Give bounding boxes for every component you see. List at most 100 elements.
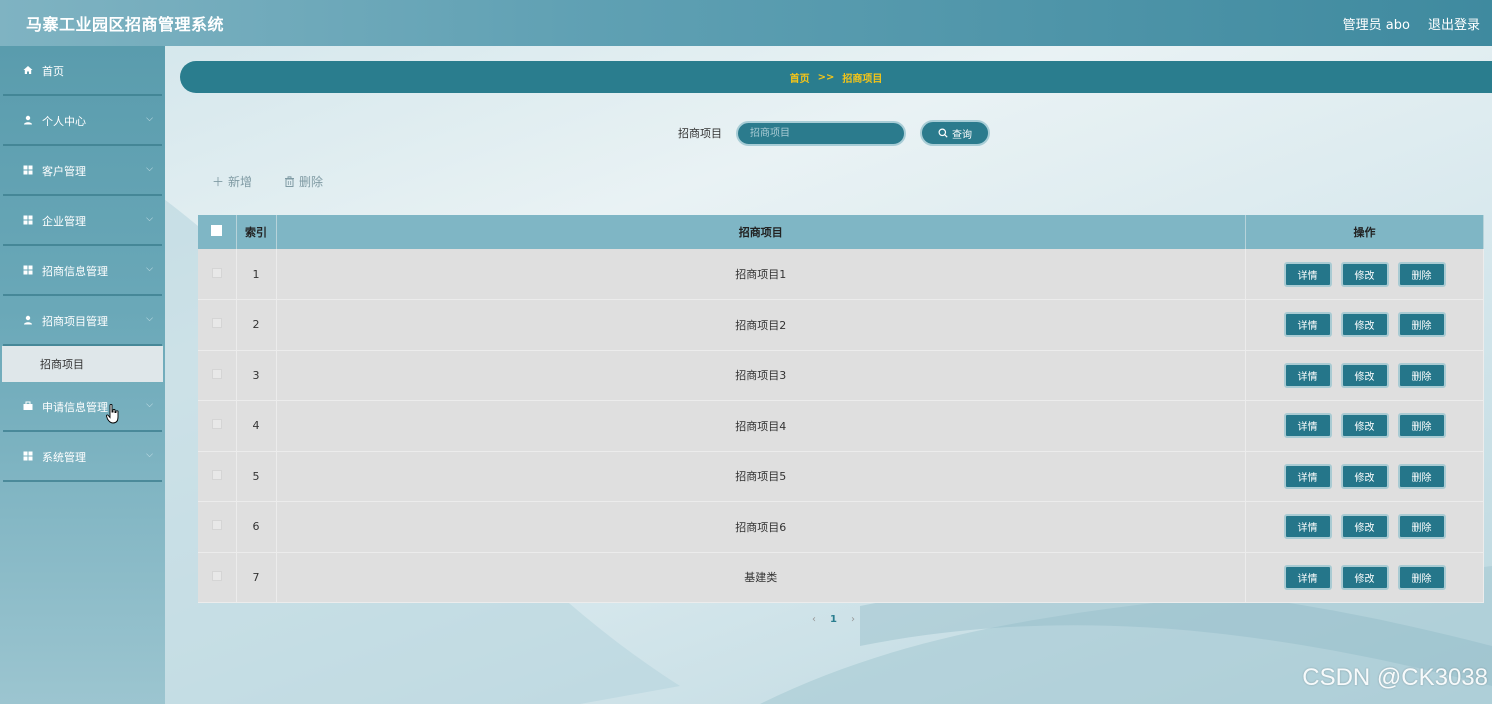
edit-button[interactable]: 修改 [1340,362,1389,388]
row-project-name: 招商项目5 [276,451,1246,502]
sidebar-item-home[interactable]: 首页 [0,46,165,96]
sidebar-subitem-investment-project[interactable]: 招商项目 [2,346,163,382]
row-actions-cell: 详情 修改 删除 [1245,350,1484,401]
column-header-project: 招商项目 [276,215,1246,249]
row-select-cell [198,501,237,553]
add-button[interactable]: ＋ 新增 [212,173,252,190]
breadcrumb-separator: >> [817,71,835,83]
breadcrumb-home[interactable]: 首页 [790,70,810,85]
row-checkbox[interactable] [211,520,222,531]
delete-button[interactable]: 删除 [1397,312,1446,338]
detail-button[interactable]: 详情 [1283,312,1332,338]
sidebar-item-label: 系统管理 [42,451,86,464]
sidebar-item-system[interactable]: 系统管理 ⌵ [0,432,165,482]
search-icon [938,128,948,138]
sidebar-item-enterprises[interactable]: 企业管理 ⌵ [0,196,165,246]
header-user-area: 管理员 abo 退出登录 [1343,14,1480,33]
table-row: 6 招商项目6 详情 修改 删除 [198,501,1484,553]
select-all-cell [198,215,237,249]
edit-button[interactable]: 修改 [1340,413,1389,439]
row-checkbox[interactable] [211,469,222,480]
delete-button[interactable]: 删除 [1397,261,1446,287]
sidebar-item-label: 首页 [42,65,64,78]
logout-link[interactable]: 退出登录 [1428,14,1480,33]
select-all-checkbox[interactable] [211,225,223,236]
sidebar-item-label: 招商项目管理 [42,315,108,328]
row-checkbox[interactable] [211,368,222,379]
delete-button[interactable]: 删除 [1397,514,1446,540]
sidebar-item-investment-info[interactable]: 招商信息管理 ⌵ [0,246,165,296]
delete-button[interactable]: 删除 [1397,362,1446,388]
sidebar-item-customers[interactable]: 客户管理 ⌵ [0,146,165,196]
edit-button[interactable]: 修改 [1340,514,1389,540]
batch-delete-button[interactable]: 删除 [284,173,323,190]
plus-icon: ＋ [212,175,225,189]
sidebar-item-profile[interactable]: 个人中心 ⌵ [0,96,165,146]
search-label: 招商项目 [678,127,722,140]
row-select-cell [198,249,237,300]
table-header-row: 索引 招商项目 操作 [198,215,1484,249]
app-title: 马寨工业园区招商管理系统 [26,15,225,34]
row-checkbox[interactable] [211,267,222,278]
hand-cursor-icon [106,404,119,424]
row-project-name: 招商项目2 [276,299,1246,351]
edit-button[interactable]: 修改 [1340,463,1389,489]
grid-icon [22,265,34,278]
breadcrumb: 首页 >> 招商项目 [180,61,1492,93]
row-checkbox[interactable] [211,318,222,329]
table-row: 3 招商项目3 详情 修改 删除 [198,350,1484,401]
detail-button[interactable]: 详情 [1283,463,1332,489]
row-index: 2 [236,299,277,351]
row-index: 3 [236,350,277,401]
row-actions-cell: 详情 修改 删除 [1245,400,1484,452]
edit-button[interactable]: 修改 [1340,261,1389,287]
current-user-label: 管理员 abo [1342,17,1410,33]
delete-button[interactable]: 删除 [1397,463,1446,489]
next-page-button[interactable]: › [851,614,855,625]
search-button[interactable]: 查询 [920,120,990,146]
sidebar-item-applications[interactable]: 申请信息管理 ⌵ [0,382,165,432]
detail-button[interactable]: 详情 [1283,413,1332,439]
sidebar-item-label: 申请信息管理 [42,401,108,414]
page-number-current[interactable]: 1 [830,614,837,625]
row-select-cell [198,400,237,452]
grid-icon [22,165,34,178]
row-index: 6 [236,501,277,553]
row-index: 5 [236,451,277,502]
toolbar-actions: ＋ 新增 删除 [212,173,323,190]
add-button-label: 新增 [228,175,253,189]
row-checkbox[interactable] [211,419,222,430]
table-row: 2 招商项目2 详情 修改 删除 [198,299,1484,351]
grid-icon [22,451,34,464]
row-index: 7 [236,552,277,603]
batch-delete-button-label: 删除 [299,175,324,189]
row-select-cell [198,451,237,502]
search-bar: 招商项目 查询 [678,120,990,146]
row-select-cell [198,350,237,401]
chevron-down-icon: ⌵ [146,214,153,224]
row-actions-cell: 详情 修改 删除 [1245,299,1484,351]
row-project-name: 招商项目4 [276,400,1246,452]
detail-button[interactable]: 详情 [1283,261,1332,287]
search-button-label: 查询 [952,129,972,141]
row-select-cell [198,299,237,351]
search-input[interactable] [736,120,906,146]
row-project-name: 招商项目1 [276,249,1246,300]
delete-button[interactable]: 删除 [1397,413,1446,439]
row-checkbox[interactable] [211,570,222,581]
edit-button[interactable]: 修改 [1340,564,1389,590]
prev-page-button[interactable]: ‹ [812,614,816,625]
row-project-name: 招商项目6 [276,501,1246,553]
row-select-cell [198,552,237,603]
row-actions-cell: 详情 修改 删除 [1245,451,1484,502]
detail-button[interactable]: 详情 [1283,564,1332,590]
table-row: 1 招商项目1 详情 修改 删除 [198,249,1484,300]
delete-button[interactable]: 删除 [1397,564,1446,590]
row-actions-cell: 详情 修改 删除 [1245,501,1484,553]
detail-button[interactable]: 详情 [1283,362,1332,388]
chevron-down-icon: ⌵ [146,164,153,174]
edit-button[interactable]: 修改 [1340,312,1389,338]
detail-button[interactable]: 详情 [1283,514,1332,540]
sidebar-item-investment-projects[interactable]: 招商项目管理 ⌵ [0,296,165,346]
user-icon [22,315,34,328]
